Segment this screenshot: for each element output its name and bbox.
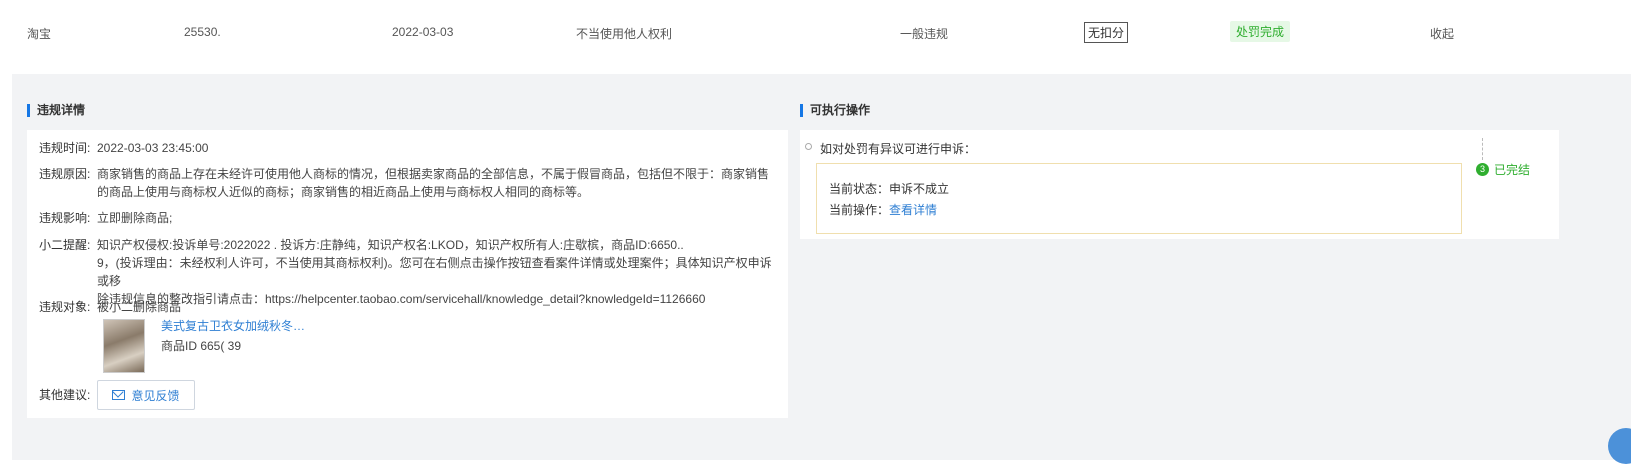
violation-time-value: 2022-03-03 23:45:00 [97,141,209,155]
violation-time-row: 违规时间: 2022-03-03 23:45:00 [39,139,779,157]
violation-object-value: 被小二删除商品 [97,300,182,314]
staff-tip-row: 小二提醒: 知识产权侵权:投诉单号:2022022 . 投诉方:庄静纯，知识产权… [39,236,779,306]
feedback-button-label: 意见反馈 [131,388,180,403]
actions-panel: 如对处罚有异议可进行申诉： 当前状态：申诉不成立 当前操作：查看详情 3 已完结 [800,130,1559,239]
mail-icon [112,390,126,400]
current-status-value: 申诉不成立 [889,182,950,196]
violation-type-cell: 不当使用他人权利 [576,27,673,41]
violation-object-label: 违规对象: [39,300,91,314]
details-panel: 违规时间: 2022-03-03 23:45:00 违规原因: 商家销售的商品上… [27,130,788,418]
other-suggestion-label: 其他建议: [39,388,91,402]
violation-impact-row: 违规影响: 立即删除商品; [39,209,779,227]
violation-time-label: 违规时间: [39,141,91,155]
deduction-badge: 无扣分 [1084,22,1129,43]
violation-reason-label: 违规原因: [39,167,91,181]
appeal-status-box: 当前状态：申诉不成立 当前操作：查看详情 [816,163,1462,234]
timeline-connector [1482,138,1483,160]
current-operation-label: 当前操作： [829,203,890,217]
actions-section-title: 可执行操作 [800,104,870,117]
violation-reason-row: 违规原因: 商家销售的商品上存在未经许可使用他人商标的情况，但根据卖家商品的全部… [39,165,779,201]
status-badge: 处罚完成 [1230,21,1291,42]
other-suggestion-row: 其他建议: [39,386,99,404]
appeal-hint: 如对处罚有异议可进行申诉： [820,142,977,156]
staff-tip-line-1: 知识产权侵权:投诉单号:2022022 . 投诉方:庄静纯，知识产权名:LKOD… [97,238,684,252]
staff-tip-line-2: 9，(投诉理由：未经权利人许可，不当使用其商标权利)。您可在右侧点击操作按钮查看… [97,256,772,288]
product-thumbnail[interactable] [103,319,145,373]
product-title-link[interactable]: 美式复古卫衣女加绒秋冬… [161,317,305,334]
violation-impact-value: 立即删除商品; [97,211,173,225]
view-details-link[interactable]: 查看详情 [889,203,937,217]
violation-object-row: 违规对象: 被小二删除商品 [39,298,779,316]
step-number-badge: 3 [1476,163,1489,176]
collapse-link[interactable]: 收起 [1430,25,1454,42]
severity-cell: 一般违规 [900,27,949,41]
date-cell: 2022-03-03 [392,25,454,39]
feedback-button[interactable]: 意见反馈 [97,380,195,410]
violation-summary-row: 淘宝 25530. 2022-03-03 不当使用他人权利 一般违规 无扣分 处… [0,0,1631,74]
id-cell: 25530. [184,25,221,39]
current-status: 当前状态：申诉不成立 [829,180,949,197]
platform-cell: 淘宝 [27,27,52,41]
details-section-title: 违规详情 [27,104,85,117]
violation-impact-label: 违规影响: [39,211,91,225]
violation-reason-value: 商家销售的商品上存在未经许可使用他人商标的情况，但根据卖家商品的全部信息，不属于… [97,167,770,199]
product-id-text: 商品ID 665( 39 [161,339,242,353]
timeline-dot-icon [805,143,812,150]
step-status-label: 已完结 [1494,163,1531,177]
current-status-label: 当前状态： [829,182,890,196]
current-operation: 当前操作：查看详情 [829,201,937,218]
staff-tip-label: 小二提醒: [39,238,91,252]
